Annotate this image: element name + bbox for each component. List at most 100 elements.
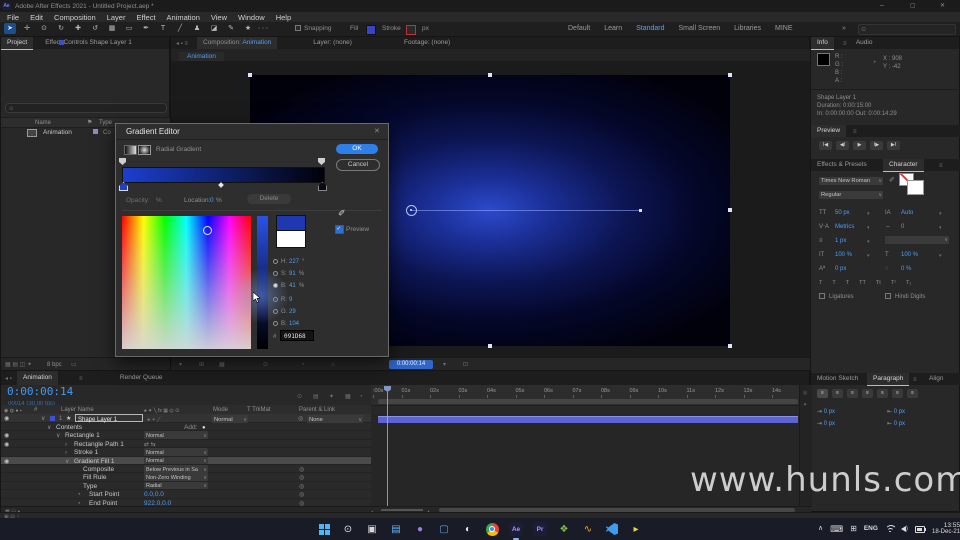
- faux-style-icon[interactable]: T: [819, 279, 822, 287]
- timeline-row-fill-rule[interactable]: Fill RuleNon-Zero Winding∨◎: [1, 473, 371, 481]
- timeline-row-type[interactable]: TypeRadial∨◎: [1, 482, 371, 490]
- taskbar-audacity[interactable]: ∿: [580, 521, 596, 537]
- tab-preview[interactable]: Preview: [811, 125, 846, 137]
- align-button-0[interactable]: ≡: [817, 389, 828, 398]
- preview-button-1[interactable]: ◀Ι: [836, 141, 849, 150]
- taskbar-file-explorer[interactable]: ▤: [388, 521, 404, 537]
- taskbar-bridge-app[interactable]: ❖: [556, 521, 572, 537]
- selection-handle[interactable]: [728, 344, 732, 348]
- close-button[interactable]: ✕: [940, 2, 945, 10]
- g-radio[interactable]: [273, 309, 278, 314]
- puppet-pin-tool[interactable]: ★: [242, 23, 254, 34]
- taskbar-media-app[interactable]: ▸: [628, 521, 644, 537]
- dropdown-gradient-fill-1[interactable]: Normal∨: [144, 457, 208, 465]
- rotation-tool[interactable]: ↺: [89, 23, 101, 34]
- r-value[interactable]: 9: [289, 296, 292, 304]
- location-value[interactable]: 0: [210, 197, 214, 205]
- camera-tool[interactable]: ▦: [106, 23, 118, 34]
- selection-handle[interactable]: [728, 73, 732, 77]
- tab-paragraph[interactable]: Paragraph: [867, 373, 909, 386]
- indent-field-0[interactable]: ⇥ 0 px: [817, 405, 835, 416]
- pen-tool[interactable]: ✒: [140, 23, 152, 34]
- previous-color-swatch[interactable]: [276, 230, 306, 248]
- hex-input[interactable]: 091D68: [280, 330, 314, 341]
- align-button-3[interactable]: ≡: [862, 389, 873, 398]
- font-style-select[interactable]: Regular ∨: [819, 191, 883, 199]
- s-value[interactable]: 91: [289, 270, 296, 278]
- column-parent-link[interactable]: Parent & Link: [299, 406, 335, 414]
- timeline-row-contents[interactable]: ∨ContentsAdd:●: [1, 423, 371, 431]
- layer-color-chip[interactable]: [50, 416, 55, 421]
- tab-effects-presets[interactable]: Effects & Presets: [811, 159, 873, 171]
- tab-motion-sketch[interactable]: Motion Sketch: [811, 373, 864, 385]
- chevron-down-icon[interactable]: ▾: [939, 224, 942, 232]
- pan-behind-tool[interactable]: ✚: [72, 23, 84, 34]
- stroke-swatch[interactable]: [406, 25, 416, 35]
- menu-animation[interactable]: Animation: [167, 13, 200, 22]
- dialog-close-icon[interactable]: ✕: [374, 128, 380, 136]
- taskbar-chrome[interactable]: [484, 521, 500, 537]
- panel-menu-icon[interactable]: ≡: [79, 375, 83, 383]
- panel-nav-icons[interactable]: ◂ ▪: [5, 375, 12, 383]
- twirl-icon[interactable]: ∨: [41, 415, 45, 423]
- preview-button-3[interactable]: Ι▶: [870, 141, 883, 150]
- chevron-down-icon[interactable]: ▾: [867, 252, 870, 260]
- snapping-checkbox[interactable]: [295, 25, 301, 31]
- label-color-column-icon[interactable]: ⚑: [87, 119, 92, 127]
- tab-render-queue[interactable]: Render Queue: [114, 371, 169, 385]
- align-button-6[interactable]: ≡: [907, 389, 918, 398]
- pickwhip-icon[interactable]: ◎: [298, 415, 303, 423]
- brightness-slider[interactable]: [257, 216, 268, 349]
- taskbar-start[interactable]: [316, 521, 332, 537]
- kerning-value[interactable]: Metrics: [835, 223, 854, 231]
- selection-handle[interactable]: [488, 73, 492, 77]
- ligatures-checkbox[interactable]: [819, 293, 825, 299]
- indent-field-2[interactable]: ⇥ 0 px: [817, 417, 835, 428]
- touch-keyboard-icon[interactable]: ⌨: [830, 525, 843, 533]
- color-field[interactable]: [122, 216, 251, 349]
- column-type[interactable]: Type: [99, 119, 112, 127]
- menu-window[interactable]: Window: [238, 13, 265, 22]
- chevron-down-icon[interactable]: ▾: [867, 238, 870, 246]
- resolution-control[interactable]: ▾: [443, 361, 446, 369]
- taskbar-vscode[interactable]: [604, 521, 620, 537]
- stroke-label[interactable]: Stroke: [382, 25, 401, 33]
- hand-tool[interactable]: ✛: [21, 23, 33, 34]
- draft3d-icon[interactable]: ✦: [329, 393, 334, 401]
- layer-duration-bar[interactable]: [378, 416, 798, 423]
- dropdown-rectangle-1[interactable]: Normal∨: [144, 431, 208, 439]
- trash-icon[interactable]: ▭: [71, 361, 77, 369]
- panel-menu-icon[interactable]: ≡: [843, 40, 847, 48]
- color-stop-right[interactable]: [318, 182, 327, 191]
- stroke-width-value[interactable]: 1 px: [835, 237, 846, 245]
- frame-blend-icon[interactable]: ▦: [345, 393, 351, 401]
- tab-project[interactable]: Project: [1, 37, 33, 50]
- project-search-input[interactable]: ⊙: [5, 103, 167, 113]
- preview-button-4[interactable]: ▶Ι: [887, 141, 900, 150]
- taskbar-after-effects[interactable]: Ae: [508, 521, 524, 537]
- fill-label[interactable]: Fill: [350, 25, 358, 33]
- menu-layer[interactable]: Layer: [107, 13, 126, 22]
- workspace-libraries[interactable]: Libraries: [731, 25, 764, 32]
- indent-field-1[interactable]: ⇤ 0 px: [887, 405, 905, 416]
- gradient-end-handle[interactable]: [639, 209, 642, 212]
- chevron-down-icon[interactable]: ▾: [867, 210, 870, 218]
- shape-tool[interactable]: ▭: [123, 23, 135, 34]
- font-family-select[interactable]: Times New Roman ∨: [819, 177, 883, 185]
- preview-button-2[interactable]: ▶: [853, 141, 866, 150]
- timeline-search-icon[interactable]: ⊙: [297, 393, 302, 401]
- clock[interactable]: 13:55 18-Dec-21: [932, 522, 960, 536]
- visibility-eye-icon[interactable]: ◉: [4, 415, 9, 423]
- b-radio-selected[interactable]: [273, 283, 278, 288]
- gradient-midpoint-diamond[interactable]: [218, 182, 224, 188]
- selection-handle[interactable]: [728, 208, 732, 212]
- panel-menu-icon[interactable]: ≡: [939, 162, 943, 170]
- timeline-row-stroke-1[interactable]: ›Stroke 1Normal∨: [1, 448, 371, 456]
- transparency-grid-icon[interactable]: ◔: [301, 361, 305, 369]
- timeline-row-gradient-fill-1[interactable]: ◉∨Gradient Fill 1Normal∨: [1, 457, 371, 465]
- blend-mode-select[interactable]: Normal ∨: [212, 415, 248, 423]
- vertical-scale-value[interactable]: 100 %: [835, 251, 852, 259]
- timeline-row-composite[interactable]: CompositeBelow Previous in Sa∨◎: [1, 465, 371, 473]
- menu-help[interactable]: Help: [276, 13, 291, 22]
- delete-stop-button[interactable]: Delete: [247, 194, 291, 204]
